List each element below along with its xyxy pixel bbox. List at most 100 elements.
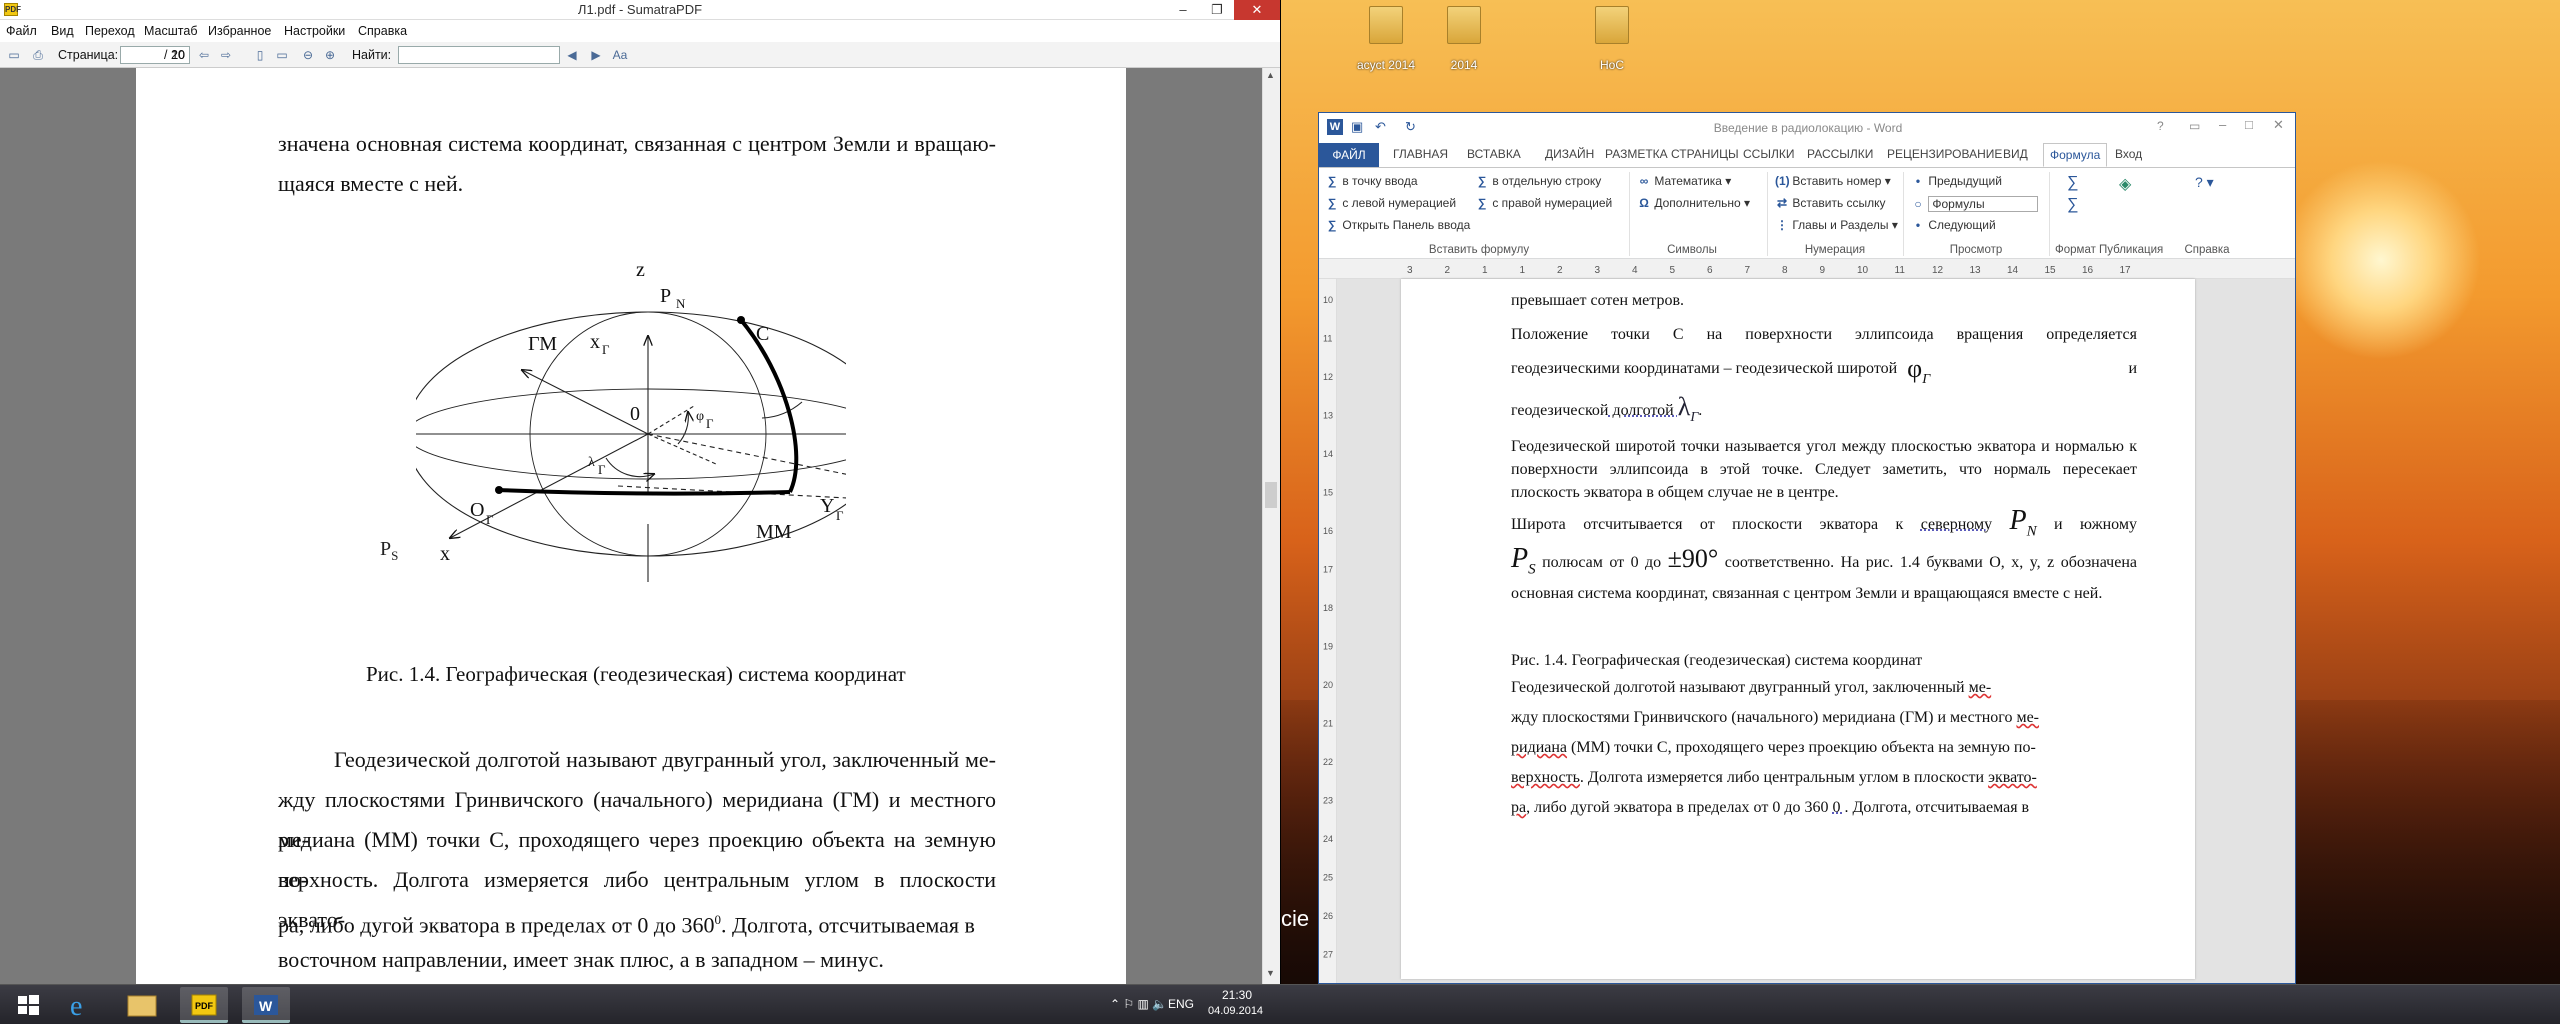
menu-settings[interactable]: Настройки: [284, 24, 345, 38]
tab-review[interactable]: РЕЦЕНЗИРОВАНИЕ: [1887, 147, 2002, 161]
menu-file[interactable]: Файл: [6, 24, 37, 38]
publish-icon[interactable]: ◈: [2119, 174, 2131, 194]
insert-inline-button[interactable]: ∑ в точку ввода: [1325, 174, 1418, 188]
vruler-number: 12: [1323, 372, 1333, 382]
tab-formula[interactable]: Формула: [2043, 143, 2108, 167]
doc-p1-line2: геодезическими координатами – геодезичес…: [1511, 354, 2137, 388]
find-prev-icon[interactable]: ◀: [564, 47, 580, 63]
insert-separate-line-button[interactable]: ∑ в отдельную строку: [1475, 174, 1602, 188]
pdf-scroll-thumb[interactable]: [1265, 482, 1277, 508]
word-minimize-button[interactable]: –: [2219, 117, 2226, 132]
format-icon[interactable]: ∑: [2067, 196, 2078, 214]
zoom-out-icon[interactable]: ⊖: [300, 47, 316, 63]
label-ps-html: PS: [380, 538, 399, 563]
sumatra-menubar: Файл Вид Переход Масштаб Избранное Настр…: [0, 20, 1280, 42]
tab-mailings[interactable]: РАССЫЛКИ: [1807, 147, 1873, 161]
find-input[interactable]: [398, 46, 560, 64]
menu-goto[interactable]: Переход: [85, 24, 135, 38]
label-pn: P: [660, 285, 671, 307]
ruler-number: 2: [1445, 265, 1451, 276]
vruler-number: 23: [1323, 796, 1333, 806]
word-page[interactable]: превышает сотен метров. Положение точки …: [1401, 279, 2195, 979]
ruler-number: 3: [1595, 265, 1601, 276]
tab-home[interactable]: ГЛАВНАЯ: [1393, 147, 1448, 161]
tab-design[interactable]: ДИЗАЙН: [1545, 147, 1594, 161]
restore-button[interactable]: ❐: [1200, 0, 1234, 20]
insert-ref-button[interactable]: ⇄ Вставить ссылку: [1775, 196, 1886, 210]
word-maximize-button[interactable]: □: [2245, 117, 2253, 132]
match-case-icon[interactable]: Aa: [612, 47, 628, 63]
vruler-number: 24: [1323, 834, 1333, 844]
close-button[interactable]: ✕: [1234, 0, 1280, 20]
extra-dropdown[interactable]: Ω Дополнительно ▾: [1637, 196, 1750, 210]
folder-label-3[interactable]: HoC: [1567, 58, 1657, 72]
help-ribbon-icon[interactable]: ? ▾: [2195, 174, 2214, 191]
word-ruler[interactable]: 3 2 1 1 2 3 4 5 6 7 8 9 10 11 12 13 14 15 16 17: [1319, 259, 2295, 279]
vruler-number: 16: [1323, 526, 1333, 536]
format-icon[interactable]: ∑: [2067, 174, 2078, 192]
tab-insert[interactable]: ВСТАВКА: [1467, 147, 1521, 161]
sumatra-title: Л1.pdf - SumatraPDF: [577, 2, 703, 17]
folder-icon[interactable]: [1595, 6, 1629, 44]
next-formula-button[interactable]: • Следующий: [1911, 218, 1996, 232]
ruler-number: 15: [2045, 265, 2057, 276]
pdf-para-top-line1: значена основная система координат, связ…: [278, 131, 996, 156]
doc-p3-line2: PS полюсам от 0 до ±90° соответственно. …: [1511, 543, 2137, 602]
doc-p0: превышает сотен метров.: [1511, 292, 1684, 309]
word-taskbar-icon[interactable]: W: [242, 987, 290, 1023]
ruler-number: 3: [1407, 265, 1413, 276]
find-next-icon[interactable]: ▶: [588, 47, 604, 63]
next-page-icon[interactable]: ⇨: [218, 47, 234, 63]
help-icon[interactable]: ?: [2157, 119, 2164, 133]
word-close-button[interactable]: ✕: [2273, 117, 2284, 133]
pdf-scrollbar[interactable]: ▲ ▼: [1262, 68, 1280, 984]
folder-icon[interactable]: [1369, 6, 1403, 44]
clock-time[interactable]: 21:30: [1222, 988, 1252, 1002]
label-og: O: [470, 499, 484, 521]
signin-link[interactable]: Вход: [2115, 147, 2142, 161]
language-indicator[interactable]: ENG: [1168, 997, 1194, 1011]
zoom-in-icon[interactable]: ⊕: [322, 47, 338, 63]
open-icon[interactable]: ▭: [6, 47, 22, 63]
fit-width-icon[interactable]: ▭: [274, 47, 290, 63]
sumatra-taskbar-icon[interactable]: PDF: [180, 987, 228, 1023]
folder-icon[interactable]: [1447, 6, 1481, 44]
clock-date[interactable]: 04.09.2014: [1208, 1005, 1263, 1017]
explorer-icon[interactable]: [118, 987, 166, 1023]
start-button[interactable]: [4, 987, 52, 1023]
menu-help[interactable]: Справка: [358, 24, 407, 38]
ruler-number: 1: [1482, 265, 1488, 276]
ribbon-options-icon[interactable]: ▭: [2189, 119, 2200, 133]
formula-view-select[interactable]: ○ Формулы: [1911, 196, 2039, 212]
prev-formula-button[interactable]: • Предыдущий: [1911, 174, 2002, 188]
menu-zoom[interactable]: Масштаб: [144, 24, 197, 38]
menu-favorites[interactable]: Избранное: [208, 24, 271, 38]
tab-view[interactable]: ВИД: [2003, 147, 2028, 161]
vruler-number: 25: [1323, 873, 1333, 883]
fit-page-icon[interactable]: ▯: [252, 47, 268, 63]
insert-right-num-button[interactable]: ∑ с правой нумерацией: [1475, 196, 1612, 210]
math-dropdown[interactable]: ∞ Математика ▾: [1637, 174, 1732, 188]
folder-label-1[interactable]: acyct 2014: [1341, 58, 1431, 72]
tray-icons[interactable]: ⌃ ⚐ ▥ 🔈: [1110, 997, 1167, 1011]
tab-layout[interactable]: РАЗМЕТКА СТРАНИЦЫ: [1605, 147, 1739, 161]
chapters-button[interactable]: ⋮ Главы и Разделы ▾: [1775, 218, 1898, 232]
insert-number-button[interactable]: (1) Вставить номер ▾: [1775, 174, 1891, 188]
prev-page-icon[interactable]: ⇦: [196, 47, 212, 63]
doc-p1-line3: геодезической долготой λГ.: [1511, 392, 1703, 426]
menu-view[interactable]: Вид: [51, 24, 74, 38]
word-ribbon: ∑ в точку ввода ∑ с левой нумерацией ∑ О…: [1319, 167, 2295, 259]
label-z: z: [636, 259, 645, 281]
minimize-button[interactable]: –: [1166, 0, 1200, 20]
tab-file[interactable]: ФАЙЛ: [1319, 143, 1379, 167]
tab-references[interactable]: ССЫЛКИ: [1743, 147, 1794, 161]
vruler-number: 14: [1323, 449, 1333, 459]
pdf-page: значена основная система координат, связ…: [136, 68, 1126, 984]
print-icon[interactable]: ⎙: [30, 47, 46, 63]
folder-label-2[interactable]: 2014: [1419, 58, 1509, 72]
word-title: Введение в радиолокацию - Word: [1713, 121, 1903, 135]
open-input-panel-button[interactable]: ∑ Открыть Панель ввода: [1325, 218, 1471, 232]
ie-icon[interactable]: e: [56, 987, 104, 1023]
word-vertical-ruler[interactable]: 10 11 12 13 14 15 16 17 18 19 20 21 22 23 24 25 26 27: [1319, 279, 1337, 983]
insert-left-num-button[interactable]: ∑ с левой нумерацией: [1325, 196, 1456, 210]
